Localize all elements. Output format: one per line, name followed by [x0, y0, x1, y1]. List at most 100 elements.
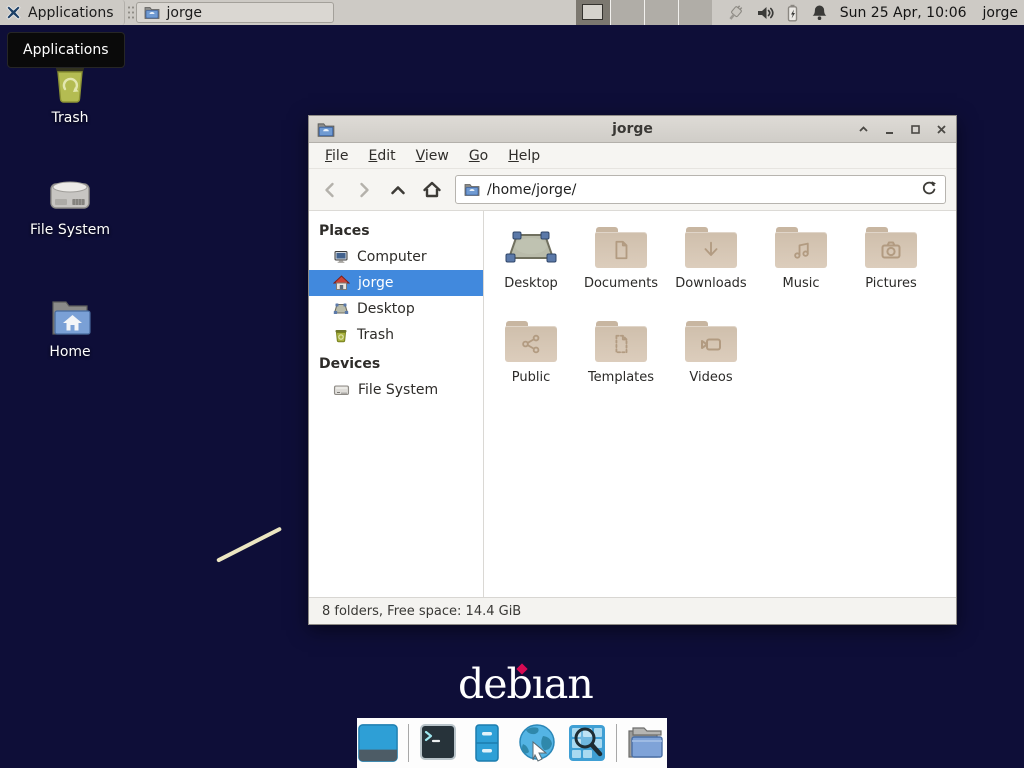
location-bar[interactable]: /home/jorge/ — [455, 175, 946, 204]
window-body: Places Computer — [309, 211, 956, 597]
minimize-button[interactable] — [882, 122, 896, 136]
desktop[interactable]: Applications jorge — [0, 0, 1024, 768]
up-button[interactable] — [387, 179, 409, 201]
menu-help[interactable]: Help — [498, 145, 550, 167]
filesystem-drive-icon — [46, 174, 94, 218]
status-bar: 8 folders, Free space: 14.4 GiB — [309, 597, 956, 624]
sidebar-item-label: Trash — [357, 327, 394, 343]
file-manager-icon[interactable] — [625, 722, 667, 764]
window-folder-icon — [317, 122, 335, 137]
menu-file[interactable]: File — [315, 145, 358, 167]
reload-icon[interactable] — [921, 180, 937, 200]
sidebar-item-desktop[interactable]: Desktop — [309, 296, 483, 322]
show-desktop-icon[interactable] — [357, 722, 399, 764]
menu-view[interactable]: View — [406, 145, 459, 167]
pictures-folder-icon — [865, 227, 917, 268]
network-icon[interactable] — [726, 4, 745, 22]
user-menu[interactable]: jorge — [983, 5, 1018, 21]
desktop-icon-label: Home — [49, 345, 90, 360]
workspace-window-preview — [582, 4, 603, 20]
folder-item-documents[interactable]: Documents — [576, 221, 666, 315]
folder-label: Videos — [689, 370, 732, 385]
sidebar-item-label: Desktop — [357, 301, 415, 317]
folder-item-videos[interactable]: Videos — [666, 315, 756, 409]
folder-item-desktop[interactable]: Desktop — [486, 221, 576, 315]
folder-item-public[interactable]: Public — [486, 315, 576, 409]
status-text: 8 folders, Free space: 14.4 GiB — [322, 604, 521, 619]
sidebar-places-header: Places — [309, 215, 483, 244]
sidebar-item-computer[interactable]: Computer — [309, 244, 483, 270]
file-manager-window: jorge File Edit View Go Help — [308, 115, 957, 625]
sidebar-item-label: File System — [358, 382, 438, 398]
sidebar-item-jorge[interactable]: jorge — [309, 270, 483, 296]
folder-item-pictures[interactable]: Pictures — [846, 221, 936, 315]
notifications-icon[interactable] — [811, 4, 828, 22]
trash-icon — [333, 327, 349, 343]
terminal-icon[interactable] — [418, 722, 458, 764]
computer-icon — [333, 249, 349, 265]
workspace-3[interactable] — [644, 0, 678, 25]
desktop-workspace-icon — [505, 227, 557, 268]
system-tray — [726, 4, 828, 22]
applications-tooltip: Applications — [7, 32, 125, 68]
cursor-trail-line — [216, 527, 282, 563]
window-titlebar[interactable]: jorge — [309, 116, 956, 143]
desktop-icon-filesystem[interactable]: File System — [28, 174, 112, 238]
dock-separator — [616, 724, 617, 762]
folder-icon — [144, 6, 160, 19]
maximize-button[interactable] — [908, 122, 922, 136]
folder-item-music[interactable]: Music — [756, 221, 846, 315]
workspace-switcher[interactable] — [576, 0, 712, 25]
workspace-2[interactable] — [610, 0, 644, 25]
close-button[interactable] — [934, 122, 948, 136]
web-browser-icon[interactable] — [516, 722, 558, 764]
sidebar-item-trash[interactable]: Trash — [309, 322, 483, 348]
toolbar: /home/jorge/ — [309, 169, 956, 211]
workspace-1[interactable] — [576, 0, 610, 25]
back-button[interactable] — [319, 179, 341, 201]
home-icon — [333, 275, 350, 291]
videos-folder-icon — [685, 321, 737, 362]
home-button[interactable] — [421, 179, 443, 201]
desktop-icon-label: Trash — [52, 111, 89, 126]
folder-label: Desktop — [504, 276, 558, 291]
taskbar-window-label: jorge — [167, 5, 202, 21]
desktop-icon-label: File System — [30, 223, 110, 238]
clock[interactable]: Sun 25 Apr, 10:06 — [840, 5, 967, 21]
volume-icon[interactable] — [756, 4, 775, 22]
menu-bar: File Edit View Go Help — [309, 143, 956, 169]
applications-menu-label: Applications — [28, 5, 114, 21]
top-panel: Applications jorge — [0, 0, 1024, 25]
desktop-icon-home[interactable]: Home — [28, 296, 112, 360]
workspace-4[interactable] — [678, 0, 712, 25]
file-cabinet-icon[interactable] — [467, 722, 507, 764]
applications-menu-button[interactable]: Applications — [0, 0, 125, 25]
sidebar-item-filesystem[interactable]: File System — [309, 377, 483, 403]
dock-separator — [408, 724, 409, 762]
folder-label: Pictures — [865, 276, 916, 291]
menu-edit[interactable]: Edit — [358, 145, 405, 167]
app-finder-icon[interactable] — [567, 722, 607, 764]
home-folder-icon — [46, 296, 94, 340]
xfce-logo-icon — [5, 4, 22, 21]
taskbar-window-button[interactable]: jorge — [136, 2, 334, 23]
sidebar-item-label: jorge — [358, 275, 393, 291]
shade-button[interactable] — [856, 122, 870, 136]
sidebar-devices-header: Devices — [309, 348, 483, 377]
folder-view[interactable]: Desktop Documents Downloads — [484, 211, 956, 597]
battery-icon[interactable] — [786, 4, 800, 22]
sidebar: Places Computer — [309, 211, 484, 597]
folder-item-templates[interactable]: Templates — [576, 315, 666, 409]
folder-label: Templates — [588, 370, 654, 385]
taskbar-handle[interactable] — [127, 5, 134, 21]
templates-folder-icon — [595, 321, 647, 362]
folder-item-downloads[interactable]: Downloads — [666, 221, 756, 315]
path-input[interactable]: /home/jorge/ — [487, 182, 914, 198]
sidebar-item-label: Computer — [357, 249, 427, 265]
public-folder-icon — [505, 321, 557, 362]
forward-button[interactable] — [353, 179, 375, 201]
menu-go[interactable]: Go — [459, 145, 498, 167]
folder-label: Downloads — [675, 276, 746, 291]
documents-folder-icon — [595, 227, 647, 268]
drive-icon — [333, 382, 350, 398]
